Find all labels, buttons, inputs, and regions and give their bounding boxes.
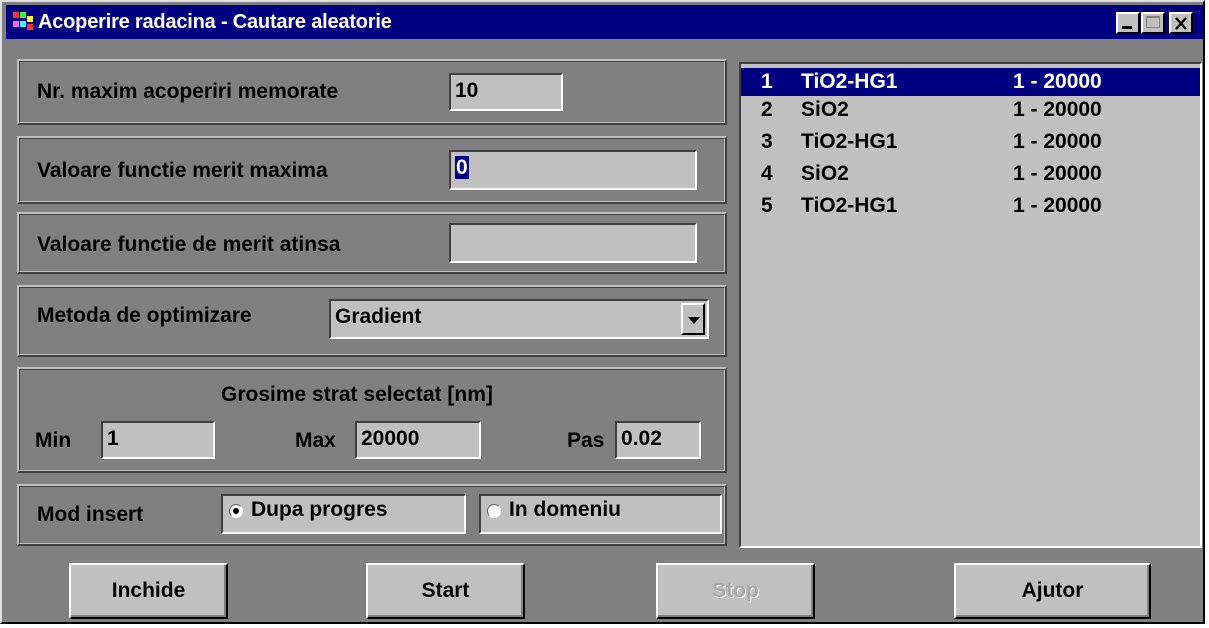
- start-button[interactable]: Start: [366, 563, 525, 619]
- layer-range: 1 - 20000: [1013, 162, 1102, 185]
- thickness-min-input[interactable]: 1: [101, 421, 215, 459]
- insert-mode-group: Mod insert Dupa progres In domeniu: [17, 484, 727, 546]
- radio-in-domain-label: In domeniu: [509, 498, 621, 521]
- thickness-step-input[interactable]: 0.02: [615, 421, 701, 459]
- close-button[interactable]: Inchide: [69, 563, 228, 619]
- list-item[interactable]: 4 SiO2 1 - 20000: [741, 160, 1200, 192]
- merit-max-label: Valoare functie merit maxima: [37, 159, 328, 182]
- method-select[interactable]: Gradient: [329, 299, 709, 339]
- layer-list[interactable]: 1 TiO2-HG1 1 - 20000 2 SiO2 1 - 20000 3 …: [739, 62, 1202, 548]
- help-button[interactable]: Ajutor: [954, 563, 1151, 619]
- merit-max-input[interactable]: 0: [449, 150, 697, 190]
- layer-index: 1: [761, 70, 773, 93]
- layer-material: SiO2: [801, 98, 849, 121]
- radio-after-progress[interactable]: Dupa progres: [221, 494, 466, 534]
- layer-index: 4: [761, 162, 773, 185]
- minimize-icon[interactable]: [1116, 12, 1140, 34]
- merit-reached-label: Valoare functie de merit atinsa: [37, 233, 341, 256]
- method-label: Metoda de optimizare: [37, 304, 252, 327]
- app-icon: [13, 12, 33, 30]
- layer-range: 1 - 20000: [1013, 130, 1102, 153]
- thickness-step-label: Pas: [567, 429, 605, 452]
- window-title: Acoperire radacina - Cautare aleatorie: [38, 11, 392, 33]
- layer-range: 1 - 20000: [1013, 98, 1102, 121]
- list-item[interactable]: 2 SiO2 1 - 20000: [741, 96, 1200, 128]
- merit-reached-group: Valoare functie de merit atinsa: [17, 212, 727, 274]
- radio-in-domain[interactable]: In domeniu: [479, 494, 722, 534]
- layer-index: 5: [761, 194, 773, 217]
- merit-reached-input[interactable]: [449, 223, 697, 263]
- dialog-window: Acoperire radacina - Cautare aleatorie N…: [0, 0, 1205, 624]
- thickness-group: Grosime strat selectat [nm] Min 1 Max 20…: [17, 367, 727, 473]
- thickness-max-input[interactable]: 20000: [355, 421, 481, 459]
- layer-index: 2: [761, 98, 773, 121]
- merit-max-group: Valoare functie merit maxima 0: [17, 136, 727, 204]
- title-bar[interactable]: Acoperire radacina - Cautare aleatorie: [6, 5, 1203, 39]
- layer-range: 1 - 20000: [1013, 194, 1102, 217]
- layer-material: TiO2-HG1: [801, 70, 898, 93]
- stop-button[interactable]: Stop: [656, 563, 815, 619]
- list-item[interactable]: 1 TiO2-HG1 1 - 20000: [741, 68, 1200, 96]
- list-item[interactable]: 5 TiO2-HG1 1 - 20000: [741, 192, 1200, 224]
- layer-material: SiO2: [801, 162, 849, 185]
- radio-after-progress-label: Dupa progres: [251, 498, 388, 521]
- method-group: Metoda de optimizare Gradient: [17, 285, 727, 357]
- merit-max-value: 0: [455, 156, 469, 179]
- layer-index: 3: [761, 130, 773, 153]
- thickness-min-label: Min: [35, 429, 72, 452]
- max-coatings-group: Nr. maxim acoperiri memorate 10: [17, 59, 727, 125]
- layer-range: 1 - 20000: [1013, 70, 1102, 93]
- radio-unchecked-icon: [487, 504, 501, 518]
- radio-checked-icon: [229, 504, 243, 518]
- chevron-down-icon[interactable]: [681, 303, 705, 335]
- max-coatings-label: Nr. maxim acoperiri memorate: [37, 80, 339, 103]
- insert-mode-label: Mod insert: [37, 503, 144, 526]
- list-item[interactable]: 3 TiO2-HG1 1 - 20000: [741, 128, 1200, 160]
- thickness-max-label: Max: [295, 429, 336, 452]
- max-coatings-input[interactable]: 10: [449, 73, 563, 111]
- method-selected-value: Gradient: [335, 305, 422, 328]
- layer-material: TiO2-HG1: [801, 194, 898, 217]
- layer-material: TiO2-HG1: [801, 130, 898, 153]
- thickness-title: Grosime strat selectat [nm]: [221, 383, 493, 406]
- close-icon[interactable]: [1169, 12, 1193, 34]
- maximize-icon[interactable]: [1141, 12, 1165, 34]
